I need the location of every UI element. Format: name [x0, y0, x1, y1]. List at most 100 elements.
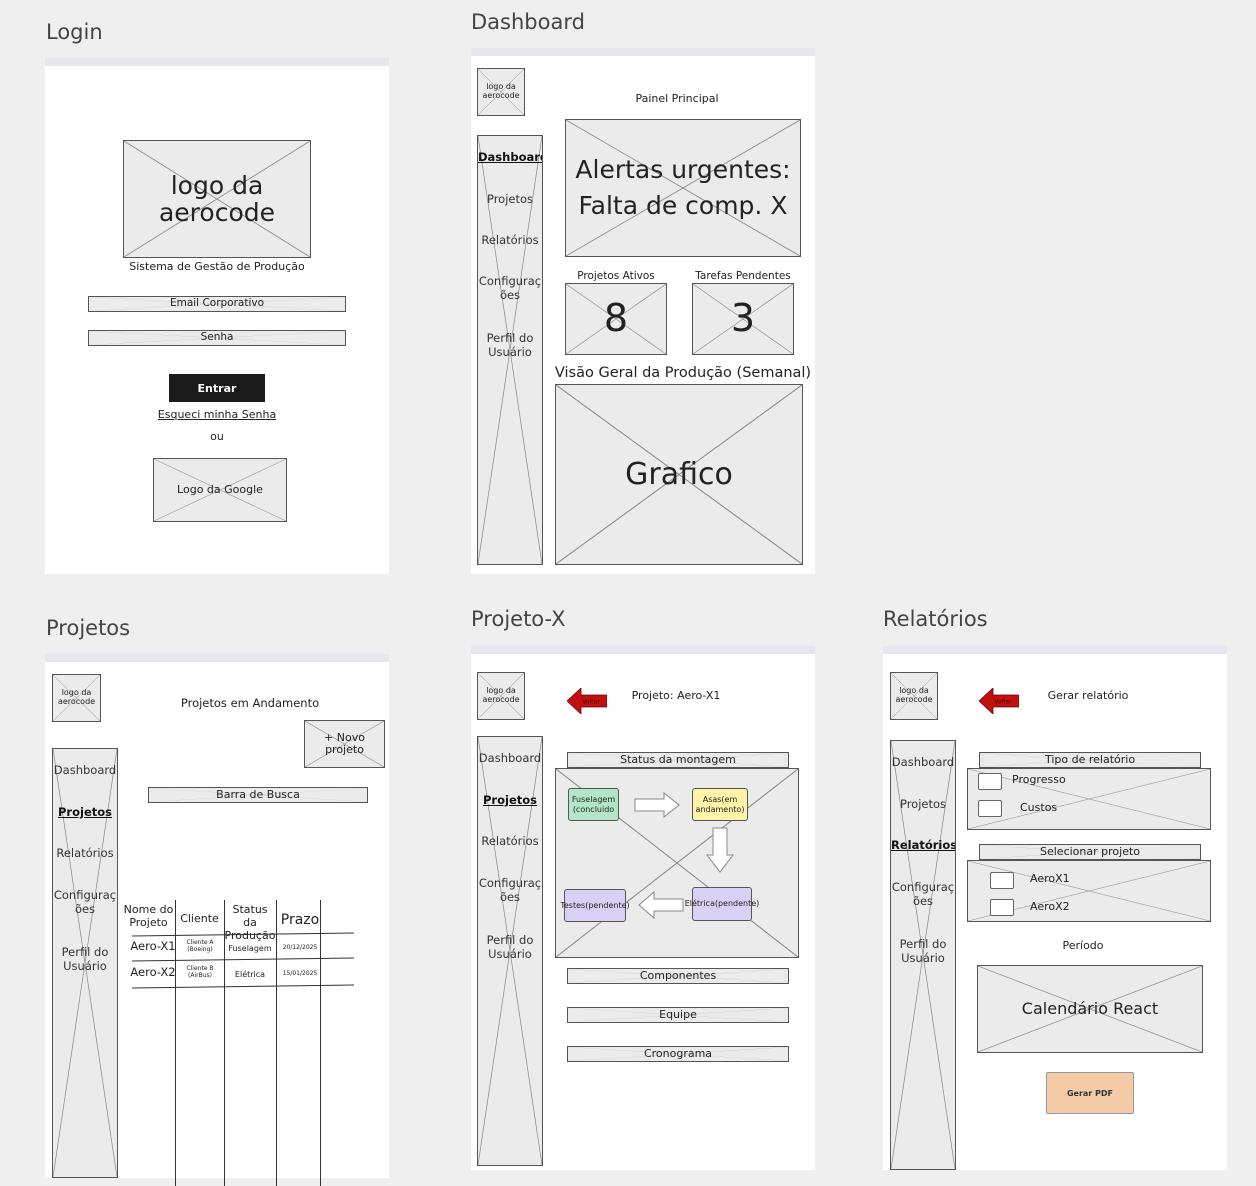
row-deadline: 20/12/2025	[282, 944, 318, 951]
row-status: Fuselagem	[228, 944, 272, 953]
section-componentes[interactable]: Componentes	[567, 968, 789, 984]
stage-testes[interactable]: Testes(pendente)	[560, 889, 630, 922]
row-deadline: 15/01/2025	[282, 970, 318, 977]
generate-pdf-button[interactable]: Gerar PDF	[1046, 1072, 1134, 1114]
sidebar-item-projetos[interactable]: Projetos	[478, 793, 542, 807]
logo-text: logo da aerocode	[482, 82, 520, 100]
checkbox-custos[interactable]	[978, 800, 1002, 817]
back-label: Voltar	[582, 699, 600, 706]
urgent-alerts-text: Alertas urgentes: Falta de comp. X	[575, 154, 791, 220]
project-options: AeroX1 AeroX2	[967, 860, 1211, 922]
sidebar: Dashboard Projetos Relatórios Configuraç…	[890, 740, 956, 1170]
logo-text: logo da aerocode	[158, 170, 275, 227]
table-header-name: Nome do Projeto	[123, 903, 174, 930]
stage-eletrica[interactable]: Elétrica(pendente)	[685, 887, 759, 921]
logo-placeholder: logo da aerocode	[52, 674, 101, 722]
production-chart-placeholder: Grafico	[555, 384, 803, 565]
pending-tasks-value: 3	[730, 296, 756, 341]
sidebar-item-perfil[interactable]: Perfil do Usuário	[478, 331, 542, 360]
section-equipe[interactable]: Equipe	[567, 1007, 789, 1023]
report-type-options: Progresso Custos	[967, 768, 1211, 830]
section-label: Cronograma	[643, 1046, 713, 1060]
option-aerox1-label: AeroX1	[1030, 872, 1070, 885]
pending-tasks-label: Tarefas Pendentes	[695, 270, 791, 282]
sidebar-item-relatorios[interactable]: Relatórios	[891, 838, 955, 852]
password-field[interactable]: Senha	[88, 330, 346, 346]
table-header-deadline: Prazo	[280, 912, 320, 928]
report-type-label: Tipo de relatório	[1044, 752, 1136, 766]
projeto-x-frame: logo da aerocode Voltar Projeto: Aero-X1…	[471, 646, 815, 1170]
sidebar-item-projetos[interactable]: Projetos	[478, 192, 542, 206]
frame-title-projeto-x: Projeto-X	[471, 607, 566, 631]
login-frame: logo da aerocode Sistema de Gestão de Pr…	[45, 58, 389, 574]
forgot-password-link[interactable]: Esqueci minha Senha	[45, 408, 389, 421]
assembly-status-header[interactable]: Status da montagem	[567, 752, 789, 768]
section-label: Componentes	[639, 968, 717, 982]
search-bar[interactable]: Barra de Busca	[148, 787, 368, 803]
sidebar-item-relatorios[interactable]: Relatórios	[478, 834, 542, 848]
or-text: ou	[210, 430, 224, 443]
logo-placeholder: logo da aerocode	[477, 672, 525, 720]
sidebar-item-projetos[interactable]: Projetos	[891, 797, 955, 811]
sidebar-item-perfil[interactable]: Perfil do Usuário	[891, 937, 955, 966]
projetos-frame: logo da aerocode Projetos em Andamento +…	[45, 654, 389, 1186]
active-projects-card: 8	[565, 283, 667, 355]
sidebar: Dashboard Projetos Relatórios Configuraç…	[477, 736, 543, 1166]
sidebar-item-dashboard[interactable]: Dashboard	[478, 150, 542, 164]
sidebar-item-dashboard[interactable]: Dashboard	[478, 751, 542, 765]
frame-title-login: Login	[46, 20, 103, 44]
assembly-flow-panel: Fuselagem (concluido Asas(em andamento) …	[555, 768, 799, 958]
checkbox-aerox2[interactable]	[990, 899, 1014, 916]
sidebar-item-projetos[interactable]: Projetos	[53, 805, 117, 819]
checkbox-aerox1[interactable]	[990, 872, 1014, 889]
option-aerox2-label: AeroX2	[1030, 900, 1070, 913]
back-arrow-icon[interactable]: Voltar	[567, 688, 607, 714]
calendar-text: Calendário React	[1021, 999, 1159, 1019]
email-placeholder: Email Corporativo	[169, 297, 265, 310]
active-projects-value: 8	[603, 296, 629, 341]
active-projects-label: Projetos Ativos	[577, 270, 655, 282]
page-title: Painel Principal	[635, 92, 719, 105]
calendar-placeholder[interactable]: Calendário React	[977, 965, 1203, 1053]
sidebar-item-perfil[interactable]: Perfil do Usuário	[478, 933, 542, 962]
page-title: Gerar relatório	[1047, 689, 1129, 702]
logo-text: logo da aerocode	[895, 686, 933, 704]
chart-placeholder-text: Grafico	[625, 457, 733, 492]
sidebar-item-configuracoes[interactable]: Configuraç ões	[53, 888, 117, 917]
sidebar-item-dashboard[interactable]: Dashboard	[891, 755, 955, 769]
logo-text: logo da aerocode	[482, 686, 520, 704]
back-arrow-icon[interactable]: Voltar	[979, 688, 1019, 714]
password-placeholder: Senha	[200, 331, 234, 344]
checkbox-progresso[interactable]	[978, 773, 1002, 790]
enter-button[interactable]: Entrar	[169, 374, 265, 402]
projects-table: Nome do Projeto Cliente Status da Produç…	[122, 900, 362, 1186]
row-client: Cliente A (Boeing)	[186, 939, 214, 954]
section-cronograma[interactable]: Cronograma	[567, 1046, 789, 1062]
back-label: Voltar	[994, 699, 1012, 706]
sidebar-item-relatorios[interactable]: Relatórios	[478, 233, 542, 247]
arrow-left-icon	[638, 891, 684, 919]
logo-placeholder: logo da aerocode	[477, 68, 525, 116]
sidebar-item-configuracoes[interactable]: Configuraç ões	[478, 876, 542, 905]
section-label: Equipe	[659, 1007, 697, 1021]
sidebar-item-configuracoes[interactable]: Configuraç ões	[891, 880, 955, 909]
sidebar-item-relatorios[interactable]: Relatórios	[53, 846, 117, 860]
report-type-header: Tipo de relatório	[979, 752, 1201, 768]
row-client: Cliente B (AirBus)	[186, 965, 214, 980]
email-field[interactable]: Email Corporativo	[88, 296, 346, 312]
sidebar: Dashboard Projetos Relatórios Configuraç…	[477, 135, 543, 565]
google-logo-text: Logo da Google	[177, 482, 263, 496]
select-project-header: Selecionar projeto	[979, 844, 1201, 860]
frame-title-relatorios: Relatórios	[883, 607, 988, 631]
search-bar-label: Barra de Busca	[216, 787, 300, 801]
stage-fuselagem[interactable]: Fuselagem (concluido	[568, 788, 619, 821]
sidebar-item-configuracoes[interactable]: Configuraç ões	[478, 274, 542, 303]
stage-asas[interactable]: Asas(em andamento)	[692, 788, 748, 821]
dashboard-frame: logo da aerocode Dashboard Projetos Rela…	[471, 48, 815, 574]
sidebar-item-dashboard[interactable]: Dashboard	[53, 763, 117, 777]
google-login-button[interactable]: Logo da Google	[153, 458, 287, 522]
sidebar: Dashboard Projetos Relatórios Configuraç…	[52, 748, 118, 1178]
page-title: Projetos em Andamento	[180, 696, 320, 710]
new-project-button[interactable]: + Novo projeto	[304, 720, 385, 768]
sidebar-item-perfil[interactable]: Perfil do Usuário	[53, 945, 117, 974]
